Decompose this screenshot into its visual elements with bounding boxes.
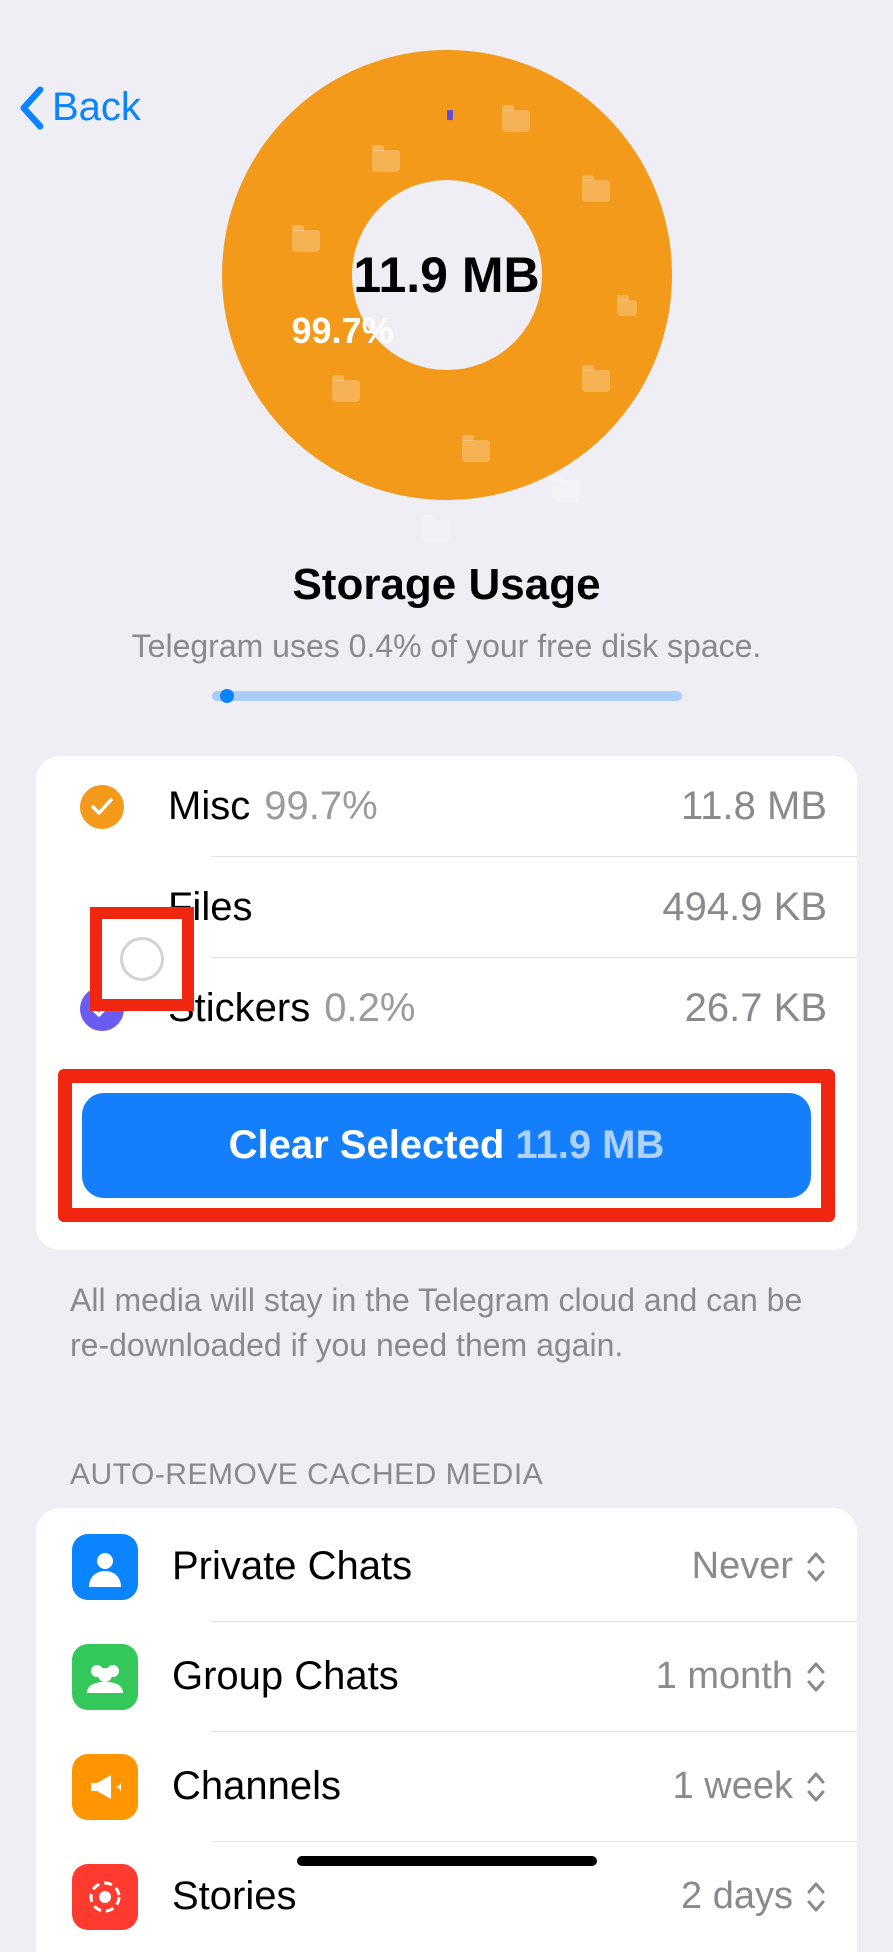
clear-label: Clear Selected — [229, 1123, 505, 1167]
category-name: Misc — [168, 784, 250, 829]
auto-row-label: Group Chats — [172, 1654, 399, 1699]
auto-remove-card: Private Chats Never Group Chats 1 month … — [36, 1508, 857, 1952]
category-pct: 0.2% — [324, 986, 415, 1031]
updown-icon — [805, 1550, 827, 1584]
category-pct: 99.7% — [264, 784, 377, 829]
category-size: 26.7 KB — [685, 986, 827, 1031]
donut-center-value: 11.9 MB — [353, 246, 539, 304]
auto-row-label: Private Chats — [172, 1544, 412, 1589]
updown-icon — [805, 1660, 827, 1694]
category-size: 11.8 MB — [681, 784, 827, 829]
checkbox-files-highlight — [90, 907, 194, 1011]
group-icon — [72, 1644, 138, 1710]
auto-row-private-chats[interactable]: Private Chats Never — [36, 1512, 857, 1622]
auto-row-channels[interactable]: Channels 1 week — [36, 1732, 857, 1842]
category-size: 494.9 KB — [662, 885, 827, 930]
donut-dominant-pct: 99.7% — [292, 310, 394, 352]
checkbox-misc[interactable] — [80, 785, 124, 829]
updown-icon — [805, 1880, 827, 1914]
clear-selected-button[interactable]: Clear Selected 11.9 MB — [82, 1093, 811, 1198]
auto-row-group-chats[interactable]: Group Chats 1 month — [36, 1622, 857, 1732]
page-subtitle: Telegram uses 0.4% of your free disk spa… — [0, 628, 893, 665]
megaphone-icon — [72, 1754, 138, 1820]
chevron-left-icon — [18, 86, 44, 130]
footer-note: All media will stay in the Telegram clou… — [70, 1278, 823, 1368]
home-indicator[interactable] — [297, 1856, 597, 1866]
checkbox-files-overlay[interactable] — [120, 937, 164, 981]
storage-donut-chart: 11.9 MB 99.7% — [222, 50, 672, 500]
stories-icon — [72, 1864, 138, 1930]
auto-row-value: 1 month — [656, 1655, 793, 1698]
auto-remove-section-header: AUTO-REMOVE CACHED MEDIA — [70, 1458, 823, 1492]
auto-row-label: Stories — [172, 1874, 297, 1919]
auto-row-label: Channels — [172, 1764, 341, 1809]
updown-icon — [805, 1770, 827, 1804]
clear-amount: 11.9 MB — [515, 1123, 664, 1167]
person-icon — [72, 1534, 138, 1600]
back-label: Back — [52, 85, 141, 130]
usage-bar — [212, 691, 682, 701]
auto-row-value: 2 days — [681, 1875, 793, 1918]
category-row-misc[interactable]: Misc 99.7% 11.8 MB — [36, 756, 857, 857]
clear-button-highlight: Clear Selected 11.9 MB — [58, 1069, 835, 1222]
auto-row-value: Never — [692, 1545, 793, 1588]
auto-row-value: 1 week — [673, 1765, 793, 1808]
page-title: Storage Usage — [0, 560, 893, 610]
back-button[interactable]: Back — [18, 85, 141, 130]
check-icon — [90, 797, 114, 817]
